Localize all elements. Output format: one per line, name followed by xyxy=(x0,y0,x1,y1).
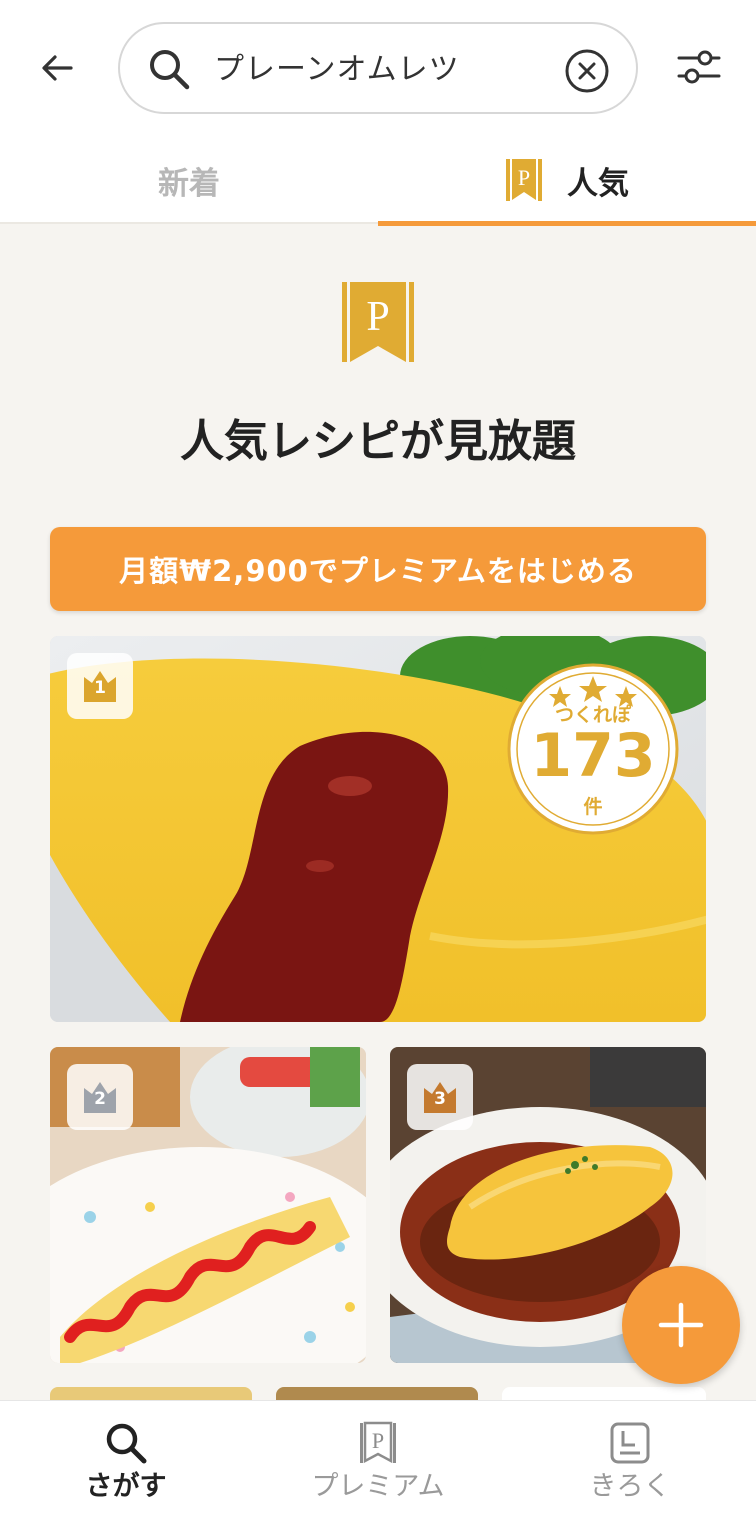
tab-new-label: 新着 xyxy=(158,165,220,202)
search-icon xyxy=(150,50,190,90)
svg-text:P: P xyxy=(366,294,389,340)
record-icon xyxy=(610,1422,650,1464)
plus-icon xyxy=(658,1302,704,1348)
premium-bookmark-icon: P xyxy=(506,159,542,201)
nav-item-search-label: さがす xyxy=(85,1471,167,1502)
premium-icon: P xyxy=(360,1421,396,1464)
tsukurepo-unit: 件 xyxy=(583,796,603,818)
search-icon xyxy=(106,1423,147,1464)
start-premium-button[interactable]: 月額₩2,900でプレミアムをはじめる xyxy=(50,527,706,611)
nav-item-record-label: きろく xyxy=(589,1471,671,1502)
rank-badge-1: 1 xyxy=(67,653,133,719)
nav-item-premium-label: プレミアム xyxy=(311,1471,445,1502)
tab-new[interactable]: 新着 xyxy=(0,136,378,224)
tab-popular-label: 人気 xyxy=(567,165,629,202)
rank-number: 1 xyxy=(94,678,106,698)
back-button[interactable] xyxy=(30,42,84,94)
rank-badge-3: 3 xyxy=(407,1064,473,1130)
nav-item-search[interactable]: さがす xyxy=(0,1401,252,1518)
promo-title: 人気レシピが見放題 xyxy=(180,416,576,467)
filter-button[interactable] xyxy=(672,40,726,94)
search-query[interactable]: プレーンオムレツ xyxy=(214,50,460,90)
tsukurepo-badge: つくれぽ 173 件 xyxy=(500,656,686,842)
clear-search-icon[interactable] xyxy=(564,48,610,94)
top-bar: プレーンオムレツ xyxy=(0,0,756,136)
rank-number: 2 xyxy=(94,1089,106,1109)
recipe-card-rank-1[interactable]: 1 つくれぽ 173 件 xyxy=(50,636,706,1022)
sliders-icon xyxy=(677,50,721,84)
add-recipe-button[interactable] xyxy=(622,1266,740,1384)
rank-badge-2: 2 xyxy=(67,1064,133,1130)
svg-text:P: P xyxy=(518,165,530,190)
premium-logo-icon: P xyxy=(342,282,414,362)
recipe-card-rank-2[interactable]: 2 xyxy=(50,1047,366,1363)
tsukurepo-count: 173 xyxy=(530,721,656,791)
sort-tabs: 新着 P 人気 xyxy=(0,136,756,226)
bottom-navigation: さがす P プレミアム きろく xyxy=(0,1400,756,1518)
tab-popular[interactable]: P 人気 xyxy=(378,136,756,226)
active-tab-indicator xyxy=(378,221,756,226)
nav-item-premium[interactable]: P プレミアム xyxy=(252,1401,504,1518)
nav-item-record[interactable]: きろく xyxy=(504,1401,756,1518)
rank-number: 3 xyxy=(434,1089,446,1109)
back-arrow-icon xyxy=(42,55,73,81)
svg-text:P: P xyxy=(372,1428,384,1453)
search-input[interactable]: プレーンオムレツ xyxy=(118,22,638,114)
